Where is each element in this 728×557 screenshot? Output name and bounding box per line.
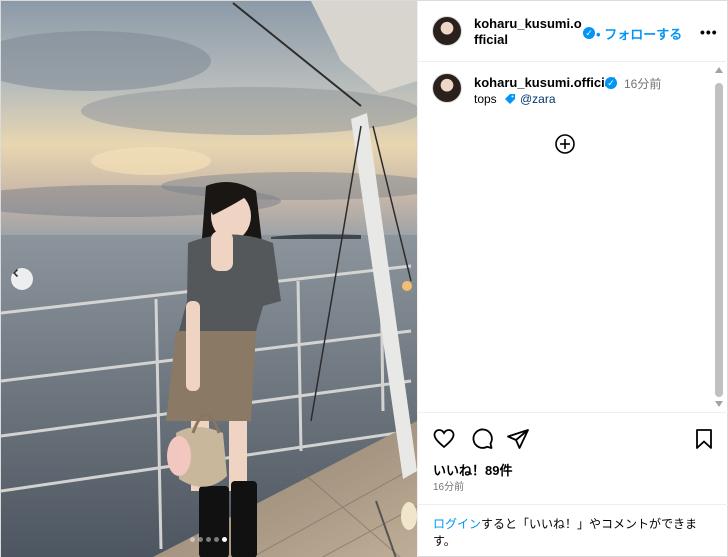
carousel-dot — [198, 537, 203, 542]
login-prompt-text: ログインすると「いいね！」やコメントができます。 — [433, 516, 718, 550]
post-photo[interactable] — [1, 1, 417, 557]
scroll-thumb[interactable] — [715, 83, 723, 397]
login-link[interactable]: ログイン — [433, 517, 481, 531]
mention-link[interactable]: @zara — [520, 92, 556, 106]
carousel-dot — [190, 537, 195, 542]
carousel-prev-button[interactable] — [11, 268, 33, 290]
post-header: koharu_kusumi.official ✓ • フォローする ••• — [418, 1, 728, 62]
caption-text: tops — [474, 92, 497, 106]
paper-plane-icon[interactable] — [506, 427, 530, 451]
photo-scene — [1, 1, 417, 557]
scroll-up-arrow-icon[interactable] — [715, 67, 723, 73]
scroll-down-arrow-icon[interactable] — [715, 401, 723, 407]
caption-avatar[interactable] — [432, 73, 462, 103]
follow-button[interactable]: • フォローする — [596, 24, 682, 43]
verified-badge-icon: ✓ — [583, 27, 595, 39]
post-sidebar: koharu_kusumi.official ✓ • フォローする ••• ko… — [417, 1, 728, 557]
comment-icon[interactable] — [470, 427, 494, 451]
post-time: 16分前 — [433, 482, 465, 493]
action-bar — [418, 423, 728, 453]
chevron-left-icon — [12, 268, 19, 278]
more-options-button[interactable]: ••• — [700, 24, 718, 40]
bookmark-icon[interactable] — [692, 427, 716, 451]
comments-section: koharu_kusumi.official ✓ 16分前 tops @zara — [418, 63, 728, 413]
heart-icon[interactable] — [432, 427, 456, 451]
carousel-dot — [214, 537, 219, 542]
carousel-dot-active — [222, 537, 227, 542]
caption-time: 16分前 — [624, 77, 662, 91]
tag-icon — [505, 94, 515, 104]
follow-label: フォローする — [604, 27, 683, 42]
plus-circle-icon[interactable] — [554, 133, 576, 155]
likes-count[interactable]: いいね！89件 — [433, 460, 512, 479]
caption-username[interactable]: koharu_kusumi.official — [474, 75, 616, 90]
verified-badge-icon: ✓ — [605, 77, 617, 89]
comments-scrollbar[interactable] — [714, 63, 726, 413]
header-username[interactable]: koharu_kusumi.official — [474, 16, 584, 48]
carousel-dot — [206, 537, 211, 542]
carousel-indicator — [190, 537, 227, 542]
instagram-post-embed: koharu_kusumi.official ✓ • フォローする ••• ko… — [0, 0, 728, 557]
login-prompt: ログインすると「いいね！」やコメントができます。 — [418, 504, 728, 557]
avatar[interactable] — [432, 16, 462, 46]
follow-separator: • — [596, 27, 601, 42]
